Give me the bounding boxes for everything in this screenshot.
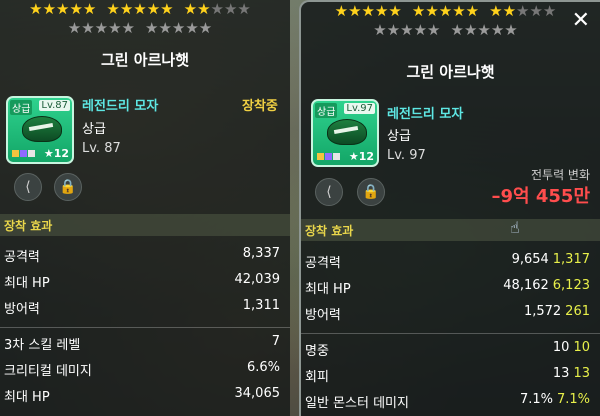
stat-row: 회피 13 13 [301,366,600,388]
stat-value: 13 13 [552,366,590,381]
stat-value: 48,162 6,123 [503,278,590,293]
stat-row: 방어력 1,572 261 [301,304,600,326]
starforce-row-top: ★★★★★ ★★★★★ ★★★★★ [301,2,600,20]
star-count: ★12 [348,150,374,163]
gem-icon [12,150,19,157]
compare-item-tooltip: ★★★★★ ★★★★★ ★★★★★ ★★★★★ ★★★★★ ✕ 그린 아르나햇 상급 … [299,0,600,416]
close-icon: ✕ [571,8,590,33]
stat-name: 공격력 [305,256,341,271]
star-group: ★★★★★ [411,2,480,20]
lock-button[interactable]: 🔒 [357,178,385,206]
hat-icon [327,119,367,145]
stat-name: 방어력 [305,308,341,323]
share-button[interactable]: ⟨ [14,173,42,201]
stat-value: 7 [271,334,280,349]
item-title: 그린 아르나햇 [406,63,495,81]
stat-value: 9,654 1,317 [511,252,590,267]
cp-change-label: 전투력 변화 [530,168,590,182]
stat-row: 공격력 8,337 [0,246,290,268]
stat-row: 명중 10 10 [301,340,600,362]
item-level: Lv. 97 [387,148,426,163]
section-header: 장착 효과 [301,219,600,241]
section-label: 장착 효과 [305,224,354,238]
item-name: 레전드리 모자 [82,99,159,114]
stat-value: 10 10 [552,340,590,355]
item-name: 레전드리 모자 [387,107,464,122]
stat-value: 1,311 [242,298,280,313]
grade-tag: 상급 [315,103,338,118]
stat-row: 최대 HP 34,065 [0,386,290,408]
star-group: ★★★★★ [145,19,213,37]
stat-row: 크리티컬 데미지 6.6% [0,360,290,382]
gem-icon [333,153,340,160]
share-icon: ⟨ [25,179,31,195]
cp-change-value: –9억 455만 [491,186,590,207]
stat-value: 6.6% [246,360,280,375]
stat-name: 최대 HP [305,282,351,297]
share-icon: ⟨ [326,184,332,200]
star-group-partial: ★★★★★ [489,2,557,20]
stat-name: 회피 [305,370,329,385]
equipped-badge: 장착중 [242,99,278,114]
level-tag: Lv.97 [344,103,375,114]
starforce-row-bottom: ★★★★★ ★★★★★ [0,19,290,37]
equipped-item-tooltip: ★★★★★ ★★★★★ ★★★★★ ★★★★★ ★★★★★ 그린 아르나햇 상급 Lv… [0,0,290,416]
item-level: Lv. 87 [82,141,121,156]
star-count: ★12 [43,147,69,160]
starforce-row-bottom: ★★★★★ ★★★★★ [301,21,600,39]
star-group: ★★★★★ [29,0,97,18]
potential-gems [12,149,36,159]
stat-value: 7.1% 7.1% [519,392,590,407]
stat-name: 최대 HP [4,390,50,405]
item-icon: 상급 Lv.87 ★12 [6,96,74,164]
star-group: ★★★★★ [334,2,402,20]
item-title: 그린 아르나햇 [100,51,190,69]
section-header: 장착 효과 [0,214,290,236]
stat-value: 1,572 261 [523,304,590,319]
gem-icon [317,153,324,160]
stat-value: 34,065 [234,386,281,401]
star-group-partial: ★★★★★ [183,0,251,18]
stat-row: 최대 HP 42,039 [0,272,290,294]
star-group: ★★★★★ [373,21,441,39]
star-group: ★★★★★ [450,21,518,39]
gem-icon [325,153,332,160]
stat-row: 일반 몬스터 데미지 7.1% 7.1% [301,392,600,414]
stat-row: 3차 스킬 레벨 7 [0,334,290,356]
lock-icon: 🔒 [59,179,77,195]
stat-name: 최대 HP [4,276,50,291]
stat-name: 명중 [305,344,329,359]
stat-name: 일반 몬스터 데미지 [305,396,409,411]
stat-value: 42,039 [234,272,281,287]
stat-name: 방어력 [4,302,40,317]
lock-icon: 🔒 [362,184,380,200]
star-group: ★★★★★ [106,0,174,18]
stat-name: 공격력 [4,250,40,265]
level-tag: Lv.87 [39,100,70,111]
divider [0,327,290,328]
gem-icon [28,150,35,157]
hat-icon [22,116,62,142]
item-grade: 상급 [82,122,106,137]
potential-gems [317,152,341,162]
stat-name: 크리티컬 데미지 [4,364,92,379]
lock-button[interactable]: 🔒 [54,173,82,201]
stat-name: 3차 스킬 레벨 [4,338,81,353]
stat-row: 공격력 9,654 1,317 [301,252,600,274]
stat-value: 8,337 [242,246,280,261]
starforce-row-top: ★★★★★ ★★★★★ ★★★★★ [0,0,290,18]
section-label: 장착 효과 [4,219,53,233]
star-group: ★★★★★ [67,19,135,37]
grade-tag: 상급 [10,100,33,115]
stat-row: 최대 HP 48,162 6,123 [301,278,600,300]
close-button[interactable]: ✕ [572,8,590,33]
item-icon: 상급 Lv.97 ★12 [311,99,379,167]
stat-row: 방어력 1,311 [0,298,290,320]
hand-cursor-icon: ☝ [510,218,520,237]
gem-icon [20,150,27,157]
item-grade: 상급 [387,129,411,144]
share-button[interactable]: ⟨ [315,178,343,206]
divider [301,333,600,334]
